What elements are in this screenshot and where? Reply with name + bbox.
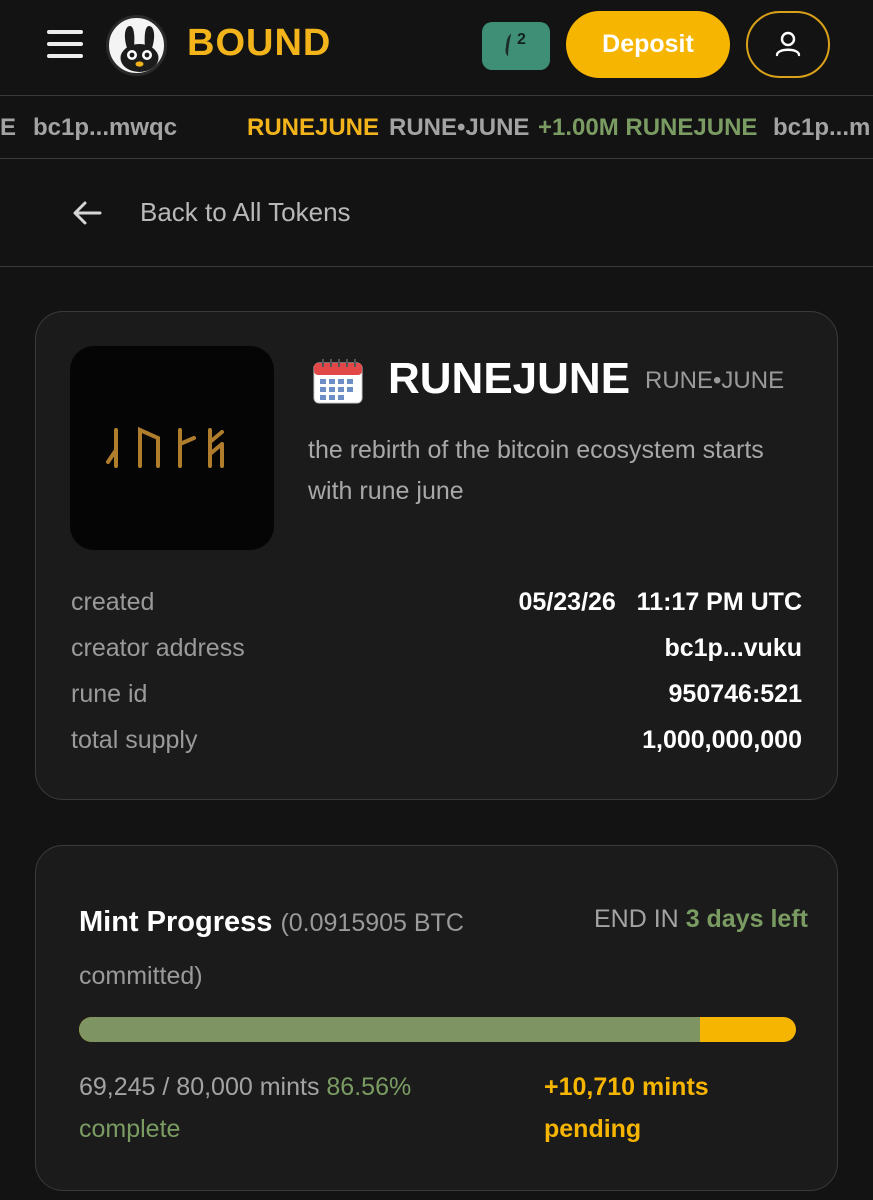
notification-icon: [504, 34, 518, 56]
mint-stats: 69,245 / 80,000 mints 86.56% complete: [79, 1066, 509, 1150]
page: BOUND 2 Deposit E bc1p...mwqc RUNEJUNE R…: [0, 0, 873, 1200]
end-in-label: END IN: [594, 905, 679, 933]
deposit-button[interactable]: Deposit: [566, 11, 730, 78]
notification-count: 2: [517, 31, 526, 48]
back-link-label: Back to All Tokens: [140, 197, 351, 227]
notification-button[interactable]: 2: [482, 22, 550, 70]
bunny-logo-icon[interactable]: [106, 15, 167, 76]
ticker-item[interactable]: RUNEJUNE: [247, 114, 379, 142]
info-value-supply: 1,000,000,000: [642, 726, 802, 754]
mint-title-label: Mint Progress: [79, 906, 273, 938]
token-image: [70, 346, 274, 550]
end-in-value: 3 days left: [685, 905, 808, 933]
mint-end-time: END IN 3 days left: [594, 898, 814, 940]
mint-progress-bar: [79, 1017, 796, 1042]
profile-button[interactable]: [746, 11, 830, 78]
info-label-created: created: [71, 588, 155, 616]
user-icon: [775, 31, 801, 57]
token-info-card: RUNEJUNE RUNE•JUNE the rebirth of the bi…: [35, 311, 838, 800]
brand-name: BOUND: [187, 22, 332, 64]
back-link[interactable]: Back to All Tokens: [0, 160, 873, 267]
ticker-item: RUNE•JUNE: [389, 114, 530, 141]
token-description: the rebirth of the bitcoin ecosystem sta…: [308, 436, 764, 505]
activity-ticker: E bc1p...mwqc RUNEJUNE RUNE•JUNE +1.00M …: [0, 95, 873, 159]
calendar-icon: [313, 359, 363, 404]
mint-progress-fill: [79, 1017, 700, 1042]
mint-count: 69,245 / 80,000 mints: [79, 1073, 320, 1101]
info-label-supply: total supply: [71, 726, 198, 754]
ticker-item[interactable]: bc1p...m: [773, 114, 870, 142]
ticker-item: E: [0, 114, 17, 141]
info-value-creator[interactable]: bc1p...vuku: [664, 634, 802, 663]
menu-icon[interactable]: [47, 28, 85, 60]
token-ticker: RUNE•JUNE: [645, 367, 785, 394]
mint-title: Mint Progress (0.0915905 BTC committed): [79, 896, 549, 1002]
top-header: BOUND 2 Deposit: [0, 0, 873, 94]
mint-progress-card: Mint Progress (0.0915905 BTC committed) …: [35, 845, 838, 1191]
token-name: RUNEJUNE: [388, 354, 631, 403]
info-label-rune-id: rune id: [71, 680, 148, 708]
ticker-item: +1.00M RUNEJUNE: [538, 114, 758, 141]
info-value-rune-id: 950746:521: [668, 680, 802, 708]
ticker-item[interactable]: bc1p...mwqc: [33, 114, 177, 142]
info-label-creator: creator address: [71, 634, 245, 662]
arrow-left-icon: [73, 201, 102, 225]
info-value-created: 05/23/26 11:17 PM UTC: [518, 588, 802, 616]
mint-pending: +10,710 mints pending: [544, 1073, 709, 1143]
